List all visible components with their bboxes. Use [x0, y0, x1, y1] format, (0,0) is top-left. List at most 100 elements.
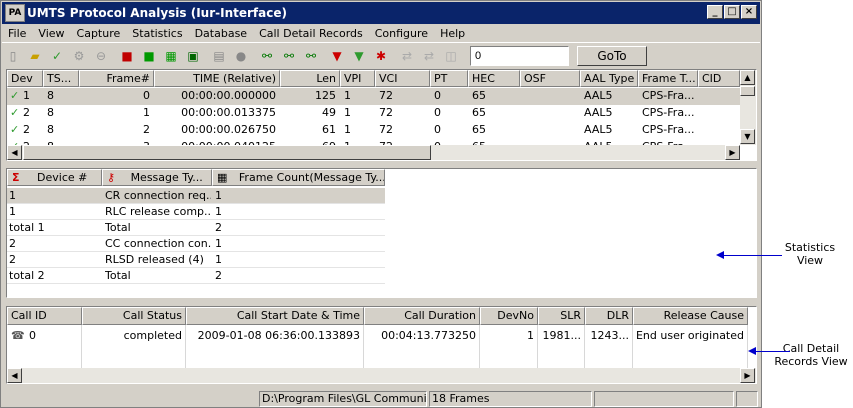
maximize-button[interactable]: □	[724, 5, 740, 19]
cdr-col-header[interactable]: Call ID	[7, 307, 82, 325]
summary-col-header[interactable]: TS...	[43, 70, 79, 87]
table-cell: 1	[344, 89, 351, 102]
cdr-col-header[interactable]: SLR	[538, 307, 585, 325]
database-icon[interactable]: ▦	[160, 45, 182, 67]
filter-clear-icon[interactable]: ✱	[370, 45, 392, 67]
table-cell: AAL5	[584, 123, 613, 136]
menu-file[interactable]: File	[8, 27, 26, 40]
status-bar: D:\Program Files\GL Communicati 18 Frame…	[2, 389, 760, 408]
table-row[interactable]: 2 RLSD released (4) 1	[7, 252, 385, 268]
summary-col-header[interactable]: OSF	[520, 70, 580, 87]
menu-configure[interactable]: Configure	[375, 27, 428, 40]
import-disabled-icon[interactable]: ⇄	[418, 45, 440, 67]
table-cell: 2	[23, 123, 30, 136]
menu-help[interactable]: Help	[440, 27, 465, 40]
table-row[interactable]: 1 8 0 00:00:00.000000 125 1 72 0 65 AAL5 CPS-Fra..…	[7, 88, 740, 105]
scroll-right-icon[interactable]: ▶	[725, 145, 740, 160]
stats-col-message-type[interactable]: ⚷ Message Ty...	[102, 169, 212, 186]
summary-col-header[interactable]: VCI	[375, 70, 430, 87]
summary-col-header[interactable]: PT	[430, 70, 468, 87]
menu-capture[interactable]: Capture	[77, 27, 121, 40]
filter-set-icon[interactable]: ▼	[326, 45, 348, 67]
summary-col-header[interactable]: Dev	[7, 70, 43, 87]
cdr-scroll-right-icon[interactable]: ▶	[740, 368, 755, 383]
cdr-col-header[interactable]: Call Start Date & Time	[186, 307, 364, 325]
cdr-col-header[interactable]: Call Duration	[364, 307, 480, 325]
table-cell: 65	[472, 106, 486, 119]
menu-database[interactable]: Database	[195, 27, 248, 40]
disabled-tool-icon[interactable]: ⚙	[68, 45, 90, 67]
table-cell: 1	[344, 123, 351, 136]
cdr-col-header[interactable]: DevNo	[480, 307, 538, 325]
cdr-col-header[interactable]: Call Status	[82, 307, 186, 325]
menu-view[interactable]: View	[38, 27, 64, 40]
minimize-button[interactable]: _	[707, 5, 723, 19]
stats-col-frame-count[interactable]: ▦ Frame Count(Message Ty...	[212, 169, 385, 186]
table-row[interactable]: 1 RLC release comp... 1	[7, 204, 385, 220]
new-file-icon[interactable]: ▯	[2, 45, 24, 67]
check-icon: ✓	[10, 89, 20, 102]
export-disabled-icon[interactable]: ⇄	[396, 45, 418, 67]
grid-view-icon[interactable]: ▤	[208, 45, 230, 67]
goto-button[interactable]: GoTo	[577, 45, 647, 66]
summary-col-header[interactable]: Len	[280, 70, 340, 87]
table-row[interactable]: 2 8 2 00:00:00.026750 61 1 72 0 65 AAL5 CPS-Fra...…	[7, 122, 740, 139]
scroll-left-icon[interactable]: ◀	[7, 145, 22, 160]
summary-vertical-scrollbar[interactable]: ▲ ▼	[740, 70, 756, 145]
filter-check-icon[interactable]: ✓	[46, 45, 68, 67]
menu-statistics[interactable]: Statistics	[132, 27, 182, 40]
summary-col-header[interactable]: AAL Type	[580, 70, 638, 87]
table-row[interactable]: 2 CC connection con... 1	[7, 236, 385, 252]
capture-red-icon[interactable]: ■	[116, 45, 138, 67]
table-cell: 8	[47, 89, 54, 102]
table-row[interactable]: 2 8 1 00:00:00.013375 49 1 72 0 65 AAL5 CPS-Fra...…	[7, 105, 740, 122]
status-frame-count: 18 Frames	[429, 390, 592, 407]
table-row[interactable]: 1 CR connection req... 1	[7, 188, 385, 204]
stats-col-device[interactable]: Σ Device #	[7, 169, 102, 186]
frame-number-input[interactable]	[470, 45, 569, 66]
pdu-disabled-icon[interactable]: ◫	[440, 45, 462, 67]
summary-col-header[interactable]: Frame#	[79, 70, 154, 87]
close-button[interactable]: ×	[741, 5, 757, 19]
cdr-horizontal-scrollbar[interactable]: ◀ ▶	[7, 368, 756, 383]
search-prev-icon[interactable]: ⚯	[300, 45, 322, 67]
filter-icon[interactable]: ▼	[348, 45, 370, 67]
table-row[interactable]: 0 completed 2009-01-08 06:36:00.133893 00:0…	[7, 327, 748, 345]
save-icon[interactable]: ▣	[182, 45, 204, 67]
table-cell: 1	[215, 189, 222, 202]
table-row[interactable]: total 2 Total 2	[7, 268, 385, 284]
record-icon[interactable]: ●	[230, 45, 252, 67]
capture-green-icon[interactable]: ■	[138, 45, 160, 67]
cdr-scroll-left-icon[interactable]: ◀	[7, 368, 22, 383]
table-cell: AAL5	[584, 106, 613, 119]
statistics-arrowhead	[716, 251, 724, 259]
summary-col-header[interactable]: TIME (Relative)	[154, 70, 280, 87]
table-cell: 0	[434, 123, 441, 136]
table-cell: 1	[143, 106, 150, 119]
open-folder-icon[interactable]: ▰	[24, 45, 46, 67]
menu-call-detail-records[interactable]: Call Detail Records	[259, 27, 363, 40]
table-cell: total 1	[9, 221, 45, 234]
summary-col-header[interactable]: HEC	[468, 70, 520, 87]
cdr-col-header[interactable]: DLR	[585, 307, 633, 325]
table-row[interactable]: total 1 Total 2	[7, 220, 385, 236]
summary-horizontal-scrollbar[interactable]: ◀ ▶	[7, 145, 740, 160]
summary-col-header[interactable]: CID	[698, 70, 740, 87]
summary-col-header[interactable]: VPI	[340, 70, 375, 87]
scroll-down-icon[interactable]: ▼	[740, 129, 755, 144]
summary-col-header[interactable]: Frame T...	[638, 70, 698, 87]
table-cell: 1	[215, 205, 222, 218]
scroll-up-icon[interactable]: ▲	[740, 70, 755, 85]
stop-icon[interactable]: ⊖	[90, 45, 112, 67]
search-next-icon[interactable]: ⚯	[278, 45, 300, 67]
cdr-col-header[interactable]: Release Cause	[633, 307, 748, 325]
scroll-thumb[interactable]	[740, 86, 755, 96]
table-cell: Total	[105, 221, 131, 234]
scroll-thumb-h[interactable]	[23, 145, 431, 160]
search-binoculars-icon[interactable]: ⚯	[256, 45, 278, 67]
table-cell: completed	[123, 329, 182, 342]
summary-view: Dev TS... Frame# TIME (Relative) Len VPI VCI PT…	[6, 69, 757, 161]
table-cell: 2	[215, 269, 222, 282]
table-cell: 2	[215, 221, 222, 234]
table-cell: RLC release comp...	[105, 205, 211, 218]
